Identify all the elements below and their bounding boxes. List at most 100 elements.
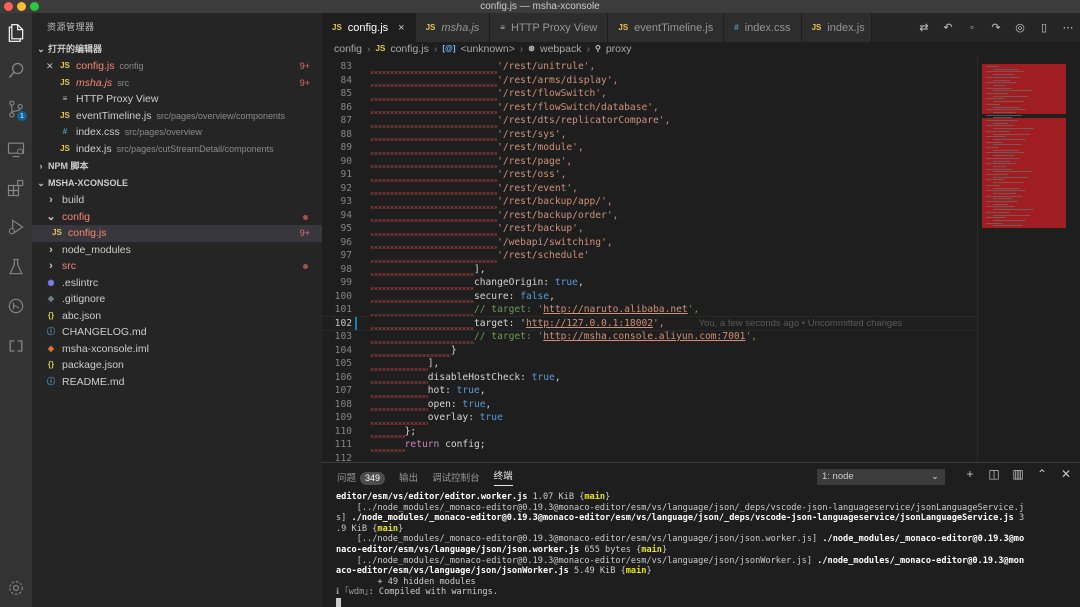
close-panel-icon[interactable]: ✕ xyxy=(1054,467,1078,481)
code-line: 83 '/rest/unitrule', xyxy=(322,60,977,74)
gutter xyxy=(352,209,370,223)
string-literal: '/rest/backup', xyxy=(497,223,584,234)
minimap-line xyxy=(993,187,1020,189)
breadcrumb-item[interactable]: <unknown> xyxy=(461,42,515,56)
file-tree-item[interactable]: ◉ .eslintrc xyxy=(32,275,322,292)
chevron-down-icon: ⌄ xyxy=(46,210,56,223)
url-link[interactable]: http://msha.console.aliyun.com:7001 xyxy=(543,331,745,342)
minimap-line xyxy=(986,82,1016,84)
new-terminal-icon[interactable]: + xyxy=(958,467,982,481)
file-tree-item[interactable]: › node_modules xyxy=(32,242,322,259)
open-editor-item[interactable]: JS msha.js src 9+ xyxy=(32,75,322,92)
open-editor-item[interactable]: ✕ JS config.js config 9+ xyxy=(32,58,322,75)
minimap[interactable] xyxy=(977,56,1080,462)
indent xyxy=(370,411,428,425)
more-actions-icon[interactable]: ⋯ xyxy=(1056,21,1080,34)
explorer-button[interactable] xyxy=(0,17,32,49)
tab-debug-console[interactable]: 调试控制台 xyxy=(432,470,480,484)
file-tree-item[interactable]: JS config.js 9+ xyxy=(32,225,322,242)
extensions-button[interactable] xyxy=(0,172,32,204)
code-line: 101 // target: 'http://naruto.alibaba.ne… xyxy=(322,303,977,317)
string-literal: '/rest/event', xyxy=(497,182,578,194)
testing-button[interactable] xyxy=(0,251,32,283)
line-number: 100 xyxy=(334,290,352,302)
open-editor-item[interactable]: ≡ HTTP Proxy View xyxy=(32,91,322,108)
url-link[interactable]: http://naruto.alibaba.net xyxy=(543,304,687,315)
file-tree-item[interactable]: ⓘ CHANGELOG.md xyxy=(32,324,322,341)
go-back-icon[interactable]: ↶ xyxy=(936,21,960,34)
trash-icon[interactable]: ▥ xyxy=(1006,467,1030,481)
breadcrumb-item[interactable]: config xyxy=(334,42,362,56)
code-view[interactable]: 83 '/rest/unitrule', 84 '/rest/arms/displ… xyxy=(322,60,977,462)
minimap-line xyxy=(993,182,1024,184)
gutter xyxy=(352,195,370,209)
close-window-button[interactable] xyxy=(4,2,13,11)
breadcrumb-item[interactable]: webpack xyxy=(540,42,581,56)
file-name: index.css xyxy=(76,126,120,138)
terminal-line: aco-editor/esm/vs/language/json/jsonWork… xyxy=(336,566,1066,577)
tab-msha-js[interactable]: JS msha.js xyxy=(415,13,491,42)
breadcrumb-item[interactable]: proxy xyxy=(606,42,632,56)
file-tree-item[interactable]: ◈ msha-xconsole.iml xyxy=(32,341,322,358)
file-tree-item[interactable]: ⌄ config xyxy=(32,209,322,226)
gitlens-button[interactable] xyxy=(0,290,32,322)
indent xyxy=(370,370,428,384)
git-blame-annotation: You, a few seconds ago • Uncommitted cha… xyxy=(698,317,903,329)
project-header[interactable]: ⌄ MSHA-XCONSOLE xyxy=(32,175,322,192)
line-number: 98 xyxy=(340,263,352,275)
tab-config-js[interactable]: JS config.js × xyxy=(322,13,416,42)
breadcrumb-item[interactable]: config.js xyxy=(390,42,429,56)
split-editor-icon[interactable]: ▯ xyxy=(1032,21,1056,34)
compare-changes-icon[interactable]: ⇄ xyxy=(912,21,936,34)
search-button[interactable] xyxy=(0,55,32,87)
tab-eventtimeline-js[interactable]: JS eventTimeline.js xyxy=(608,13,725,42)
gutter xyxy=(352,398,370,412)
file-tree-item[interactable]: › build xyxy=(32,192,322,209)
terminal-output[interactable]: editor/esm/vs/editor/editor.worker.js 1.… xyxy=(336,492,1066,607)
open-editor-item[interactable]: # index.css src/pages/overview xyxy=(32,124,322,141)
gitlens-blame-icon[interactable]: ◎ xyxy=(1008,21,1032,34)
tab-terminal[interactable]: 终端 xyxy=(493,468,513,486)
terminal-text: ./node_modules/_monaco-editor@0.19.3@mon xyxy=(817,555,1025,566)
file-tree-item[interactable]: ◆ .gitignore xyxy=(32,291,322,308)
run-debug-button[interactable] xyxy=(0,211,32,243)
terminal-select[interactable]: 1: node ⌄ xyxy=(817,469,945,485)
file-tree-item[interactable]: ⓘ README.md xyxy=(32,374,322,391)
maximize-window-button[interactable] xyxy=(30,2,39,11)
file-tree-item[interactable]: {} package.json xyxy=(32,357,322,374)
terminal-text: main xyxy=(584,492,606,502)
code-line: 90 '/rest/page', xyxy=(322,154,977,168)
minimize-window-button[interactable] xyxy=(17,2,26,11)
file-tree-item[interactable]: {} abc.json xyxy=(32,308,322,325)
tab-http-proxy-view[interactable]: ≡ HTTP Proxy View xyxy=(490,13,609,42)
chevron-right-icon: › xyxy=(49,243,53,256)
remote-explorer-button[interactable] xyxy=(0,133,32,165)
open-editor-item[interactable]: JS eventTimeline.js src/pages/overview/com… xyxy=(32,108,322,125)
open-commit-icon[interactable]: ◦ xyxy=(960,22,984,34)
source-control-button[interactable]: 1 xyxy=(0,93,32,125)
maximize-panel-icon[interactable]: ⌃ xyxy=(1030,467,1054,481)
property-key: open: xyxy=(427,398,463,410)
punctuation: , xyxy=(577,277,584,288)
tab-index-css[interactable]: # index.css xyxy=(724,13,802,42)
tab-problems[interactable]: 问题 349 xyxy=(337,470,386,485)
file-name: msha.js xyxy=(76,76,113,89)
open-editor-item[interactable]: JS index.js src/pages/cutStreamDetail/comp… xyxy=(32,141,322,158)
split-terminal-icon[interactable]: ◫ xyxy=(982,467,1006,481)
punctuation: , xyxy=(479,385,486,396)
close-icon[interactable]: ✕ xyxy=(46,58,58,75)
file-tree-item[interactable]: › src xyxy=(32,258,322,275)
tab-output[interactable]: 输出 xyxy=(399,470,418,484)
live-share-button[interactable] xyxy=(0,330,32,362)
npm-scripts-header[interactable]: › NPM 脚本 xyxy=(32,158,322,175)
open-editors-header[interactable]: ⌄ 打开的编辑器 xyxy=(32,41,322,58)
line-number: 92 xyxy=(340,182,352,194)
settings-button[interactable] xyxy=(0,572,32,604)
line-number: 94 xyxy=(340,209,352,221)
minimap-line xyxy=(986,98,1004,100)
url-link[interactable]: http://127.0.0.1:18002 xyxy=(526,318,653,329)
minimap-line xyxy=(986,120,1018,121)
tab-index-js[interactable]: JS index.js xyxy=(801,13,872,42)
go-forward-icon[interactable]: ↷ xyxy=(984,21,1008,34)
close-icon[interactable]: × xyxy=(398,22,404,34)
